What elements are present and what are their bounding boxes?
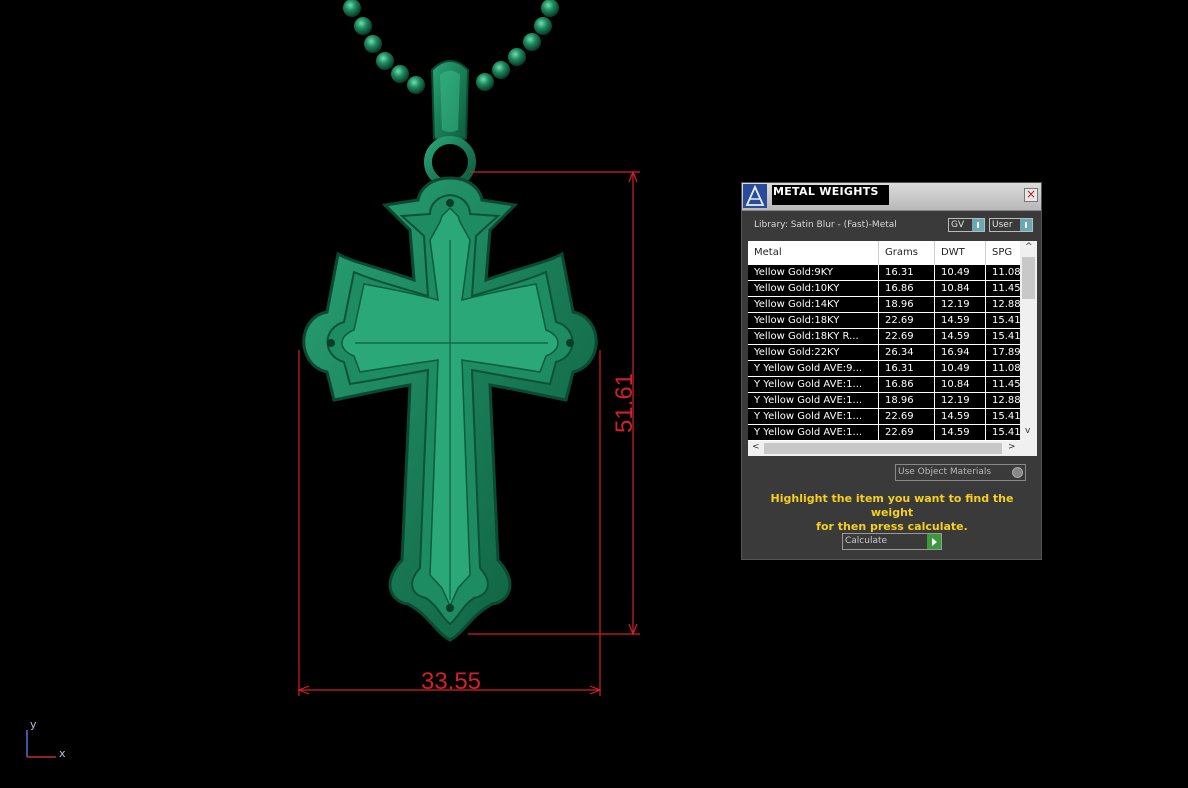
table-row[interactable]: Y Yellow Gold AVE:1... 16.86 10.84 11.45 [748, 377, 1020, 393]
metal-cell: Yellow Gold:18KY R... [748, 329, 879, 344]
instruction-text: Highlight the item you want to find the … [752, 492, 1032, 534]
metal-cell: Y Yellow Gold AVE:1... [748, 393, 879, 408]
calculate-label: Calculate [845, 536, 888, 546]
dwt-cell: 12.19 [935, 297, 986, 312]
use-object-materials-toggle[interactable]: Use Object Materials [895, 464, 1026, 481]
scroll-right-icon[interactable]: > [1008, 442, 1016, 452]
grams-cell: 16.31 [879, 265, 935, 280]
dwt-cell: 12.19 [935, 393, 986, 408]
grams-cell: 16.86 [879, 377, 935, 392]
column-header-grams[interactable]: Grams [879, 241, 935, 265]
table-row[interactable]: Yellow Gold:22KY 26.34 16.94 17.89 [748, 345, 1020, 361]
dimension-width-label: 33.55 [421, 668, 481, 695]
metal-table: Metal Grams DWT SPG Yellow Gold:9KY 16.3… [748, 241, 1037, 456]
spg-cell: 11.45 [986, 281, 1020, 296]
use-object-materials-label: Use Object Materials [898, 467, 992, 477]
instruction-line-1: Highlight the item you want to find the … [770, 492, 1014, 519]
app-logo-icon [743, 184, 767, 208]
table-row[interactable]: Yellow Gold:9KY 16.31 10.49 11.08 [748, 265, 1020, 281]
scroll-up-icon[interactable]: ^ [1025, 242, 1033, 252]
scroll-thumb[interactable] [1022, 257, 1035, 299]
dwt-cell: 14.59 [935, 409, 986, 424]
dwt-cell: 16.94 [935, 345, 986, 360]
metal-cell: Yellow Gold:10KY [748, 281, 879, 296]
dwt-cell: 10.84 [935, 281, 986, 296]
spg-cell: 11.45 [986, 377, 1020, 392]
metal-weights-panel: METAL WEIGHTS × Library: Satin Blur - (F… [741, 182, 1042, 560]
column-header-metal[interactable]: Metal [748, 241, 879, 265]
panel-title: METAL WEIGHTS [772, 185, 889, 205]
table-row[interactable]: Y Yellow Gold AVE:1... 18.96 12.19 12.88 [748, 393, 1020, 409]
table-row[interactable]: Y Yellow Gold AVE:1... 22.69 14.59 15.41 [748, 425, 1020, 441]
metal-cell: Y Yellow Gold AVE:9... [748, 361, 879, 376]
axis-indicator: y x [26, 718, 66, 760]
table-row[interactable]: Y Yellow Gold AVE:9... 16.31 10.49 11.08 [748, 361, 1020, 377]
grams-cell: 18.96 [879, 297, 935, 312]
spg-cell: 12.88 [986, 393, 1020, 408]
table-row[interactable]: Y Yellow Gold AVE:1... 22.69 14.59 15.41 [748, 409, 1020, 425]
axis-y-label: y [30, 718, 37, 731]
metal-cell: Y Yellow Gold AVE:1... [748, 425, 879, 440]
horizontal-scrollbar[interactable]: < > [748, 441, 1037, 456]
library-label: Library: Satin Blur - (Fast)-Metal [754, 220, 897, 230]
spg-cell: 15.41 [986, 329, 1020, 344]
instruction-line-2: for then press calculate. [816, 520, 968, 533]
grams-cell: 18.96 [879, 393, 935, 408]
dwt-cell: 14.59 [935, 329, 986, 344]
table-header: Metal Grams DWT SPG [748, 241, 1020, 265]
spg-cell: 17.89 [986, 345, 1020, 360]
panel-titlebar[interactable]: METAL WEIGHTS × [742, 183, 1041, 211]
dwt-cell: 14.59 [935, 313, 986, 328]
cross-pendant [302, 176, 598, 642]
grams-cell: 16.31 [879, 361, 935, 376]
table-row[interactable]: Yellow Gold:18KY R... 22.69 14.59 15.41 [748, 329, 1020, 345]
metal-cell: Yellow Gold:9KY [748, 265, 879, 280]
metal-cell: Y Yellow Gold AVE:1... [748, 377, 879, 392]
spg-cell: 11.08 [986, 361, 1020, 376]
user-select[interactable]: User [989, 218, 1033, 232]
gv-select[interactable]: GV [948, 218, 985, 232]
metal-cell: Yellow Gold:14KY [748, 297, 879, 312]
column-header-spg[interactable]: SPG [986, 241, 1020, 265]
grams-cell: 22.69 [879, 425, 935, 440]
scroll-left-icon[interactable]: < [752, 442, 760, 452]
dwt-cell: 10.49 [935, 361, 986, 376]
grams-cell: 22.69 [879, 313, 935, 328]
spg-cell: 12.88 [986, 297, 1020, 312]
calculate-button[interactable]: Calculate [842, 533, 942, 550]
scroll-down-icon[interactable]: v [1025, 426, 1030, 436]
table-row[interactable]: Yellow Gold:18KY 22.69 14.59 15.41 [748, 313, 1020, 329]
radio-icon [1012, 467, 1023, 478]
column-header-dwt[interactable]: DWT [935, 241, 986, 265]
dimension-height-label: 51.61 [611, 373, 638, 433]
dwt-cell: 10.84 [935, 377, 986, 392]
close-button[interactable]: × [1024, 188, 1038, 202]
grams-cell: 16.86 [879, 281, 935, 296]
dropdown-icon [972, 219, 984, 231]
table-row[interactable]: Yellow Gold:10KY 16.86 10.84 11.45 [748, 281, 1020, 297]
metal-cell: Yellow Gold:22KY [748, 345, 879, 360]
dwt-cell: 10.49 [935, 265, 986, 280]
dropdown-icon [1020, 219, 1032, 231]
pendant-bail [424, 60, 476, 188]
user-select-label: User [992, 220, 1013, 230]
spg-cell: 15.41 [986, 425, 1020, 440]
grams-cell: 22.69 [879, 329, 935, 344]
vertical-scrollbar[interactable]: ^ v [1020, 241, 1037, 441]
table-row[interactable]: Yellow Gold:14KY 18.96 12.19 12.88 [748, 297, 1020, 313]
scroll-thumb[interactable] [764, 443, 1002, 454]
gv-select-label: GV [951, 220, 965, 230]
axis-x-label: x [59, 747, 66, 760]
metal-cell: Yellow Gold:18KY [748, 313, 879, 328]
grams-cell: 26.34 [879, 345, 935, 360]
close-icon: × [1025, 187, 1037, 201]
metal-cell: Y Yellow Gold AVE:1... [748, 409, 879, 424]
grams-cell: 22.69 [879, 409, 935, 424]
spg-cell: 15.41 [986, 313, 1020, 328]
spg-cell: 15.41 [986, 409, 1020, 424]
play-icon [927, 534, 941, 549]
dwt-cell: 14.59 [935, 425, 986, 440]
spg-cell: 11.08 [986, 265, 1020, 280]
